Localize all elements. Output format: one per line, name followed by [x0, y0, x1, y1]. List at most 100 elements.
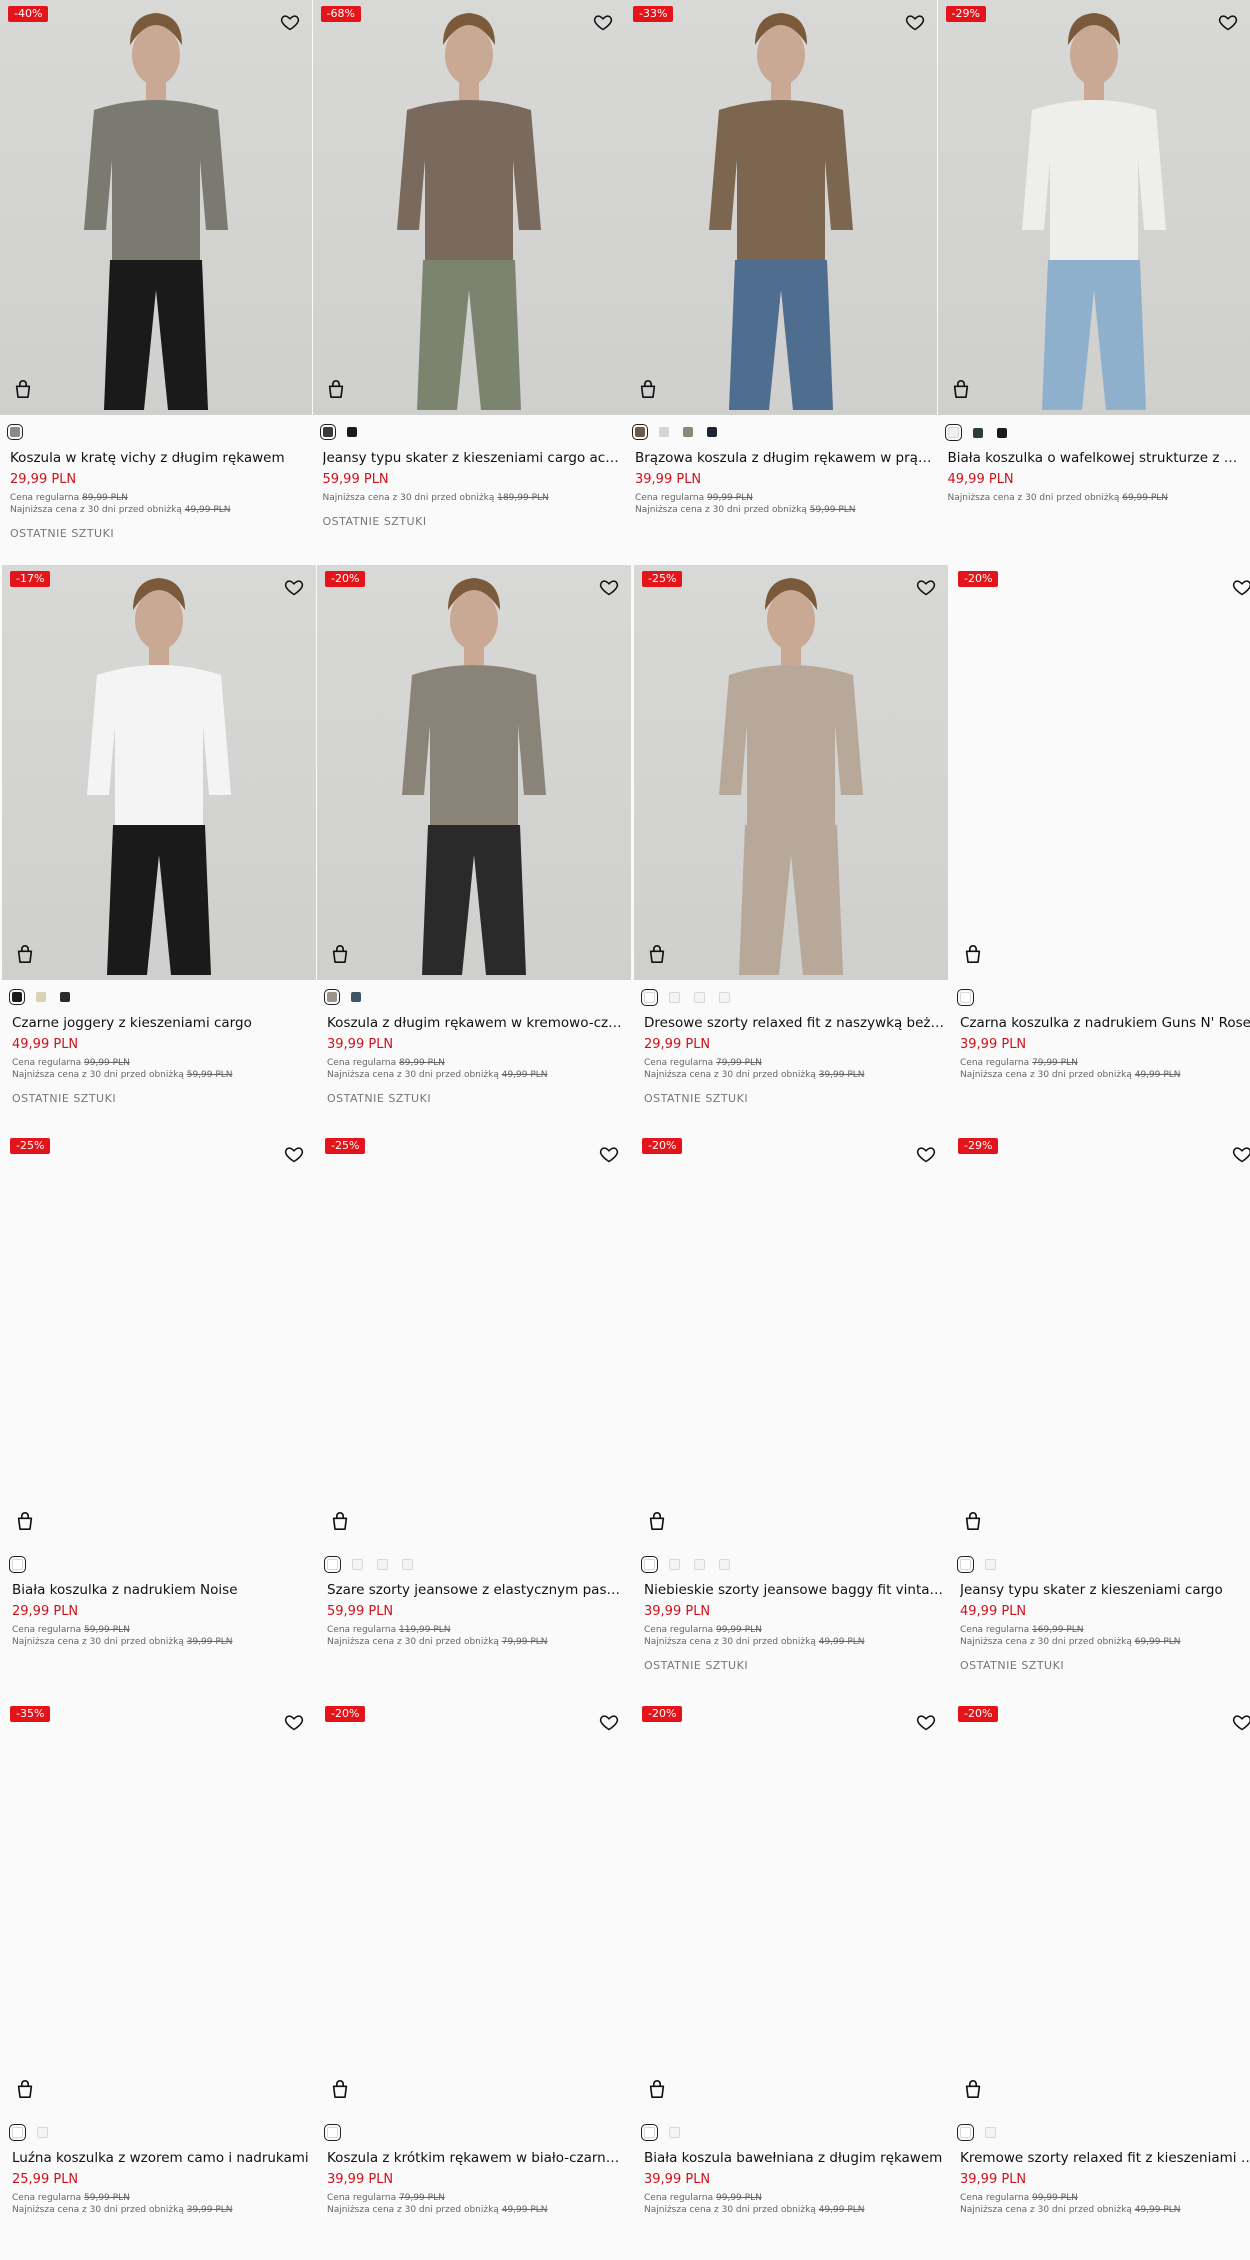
product-image[interactable]: -20% — [634, 1132, 948, 1547]
color-swatch[interactable] — [37, 2127, 48, 2138]
product-title[interactable]: Szare szorty jeansowe z elastycznym pase… — [327, 1582, 627, 1598]
color-swatch[interactable] — [346, 427, 357, 437]
product-card[interactable]: -29% Jeansy typu skater z kieszeniami car… — [950, 1132, 1250, 1692]
add-to-bag-icon[interactable] — [15, 943, 37, 967]
color-swatch[interactable] — [641, 2124, 658, 2141]
color-swatch[interactable] — [324, 2124, 341, 2141]
product-image[interactable]: -29% — [950, 1132, 1250, 1547]
color-swatch[interactable] — [669, 992, 680, 1003]
color-swatch[interactable] — [957, 2124, 974, 2141]
color-swatch[interactable] — [351, 992, 361, 1002]
product-title[interactable]: Koszula z krótkim rękawem w biało-czarną… — [327, 2150, 627, 2166]
add-to-bag-icon[interactable] — [963, 1510, 985, 1534]
product-image[interactable]: -20% — [634, 1700, 948, 2115]
add-to-bag-icon[interactable] — [13, 378, 35, 402]
product-title[interactable]: Dresowe szorty relaxed fit z naszywką be… — [644, 1015, 944, 1031]
product-title[interactable]: Luźna koszulka z wzorem camo i nadrukami — [12, 2150, 312, 2166]
product-title[interactable]: Biała koszula bawełniana z długim rękawe… — [644, 2150, 944, 2166]
color-swatch[interactable] — [707, 427, 717, 437]
product-card[interactable]: -25% Dresowe szorty relaxed fit z naszywk… — [634, 565, 948, 1125]
product-title[interactable]: Niebieskie szorty jeansowe baggy fit vin… — [644, 1582, 944, 1598]
color-swatch[interactable] — [324, 989, 340, 1005]
product-title[interactable]: Jeansy typu skater z kieszeniami cargo — [960, 1582, 1250, 1598]
product-card[interactable]: -20% Koszula z długim rękawem w kremowo-c… — [317, 565, 631, 1125]
product-image[interactable]: -33% — [625, 0, 937, 415]
color-swatch[interactable] — [319, 424, 336, 440]
product-image[interactable]: -35% — [2, 1700, 316, 2115]
color-swatch[interactable] — [719, 1559, 730, 1570]
add-to-bag-icon[interactable] — [330, 1510, 352, 1534]
product-title[interactable]: Czarna koszulka z nadrukiem Guns N' Rose… — [960, 1015, 1250, 1031]
color-swatch[interactable] — [9, 1556, 26, 1573]
wishlist-heart-icon[interactable] — [280, 12, 300, 32]
wishlist-heart-icon[interactable] — [593, 12, 613, 32]
product-card[interactable]: -25% Szare szorty jeansowe z elastycznym … — [317, 1132, 631, 1692]
color-swatch[interactable] — [641, 1556, 658, 1573]
product-image[interactable]: -40% — [0, 0, 312, 415]
add-to-bag-icon[interactable] — [326, 378, 348, 402]
product-image[interactable]: -20% — [950, 565, 1250, 980]
color-swatch[interactable] — [36, 992, 46, 1002]
color-swatch[interactable] — [944, 424, 962, 441]
product-title[interactable]: Kremowe szorty relaxed fit z kieszeniami… — [960, 2150, 1250, 2166]
add-to-bag-icon[interactable] — [647, 943, 669, 967]
product-image[interactable]: -25% — [317, 1132, 631, 1547]
color-swatch[interactable] — [669, 2127, 680, 2138]
color-swatch[interactable] — [9, 2124, 26, 2141]
add-to-bag-icon[interactable] — [963, 943, 985, 967]
color-swatch[interactable] — [719, 992, 730, 1003]
add-to-bag-icon[interactable] — [951, 378, 973, 402]
add-to-bag-icon[interactable] — [15, 2078, 37, 2102]
wishlist-heart-icon[interactable] — [916, 577, 936, 597]
color-swatch[interactable] — [9, 989, 25, 1005]
color-swatch[interactable] — [352, 1559, 363, 1570]
product-card[interactable]: -17% Czarne joggery z kieszeniami cargo 49… — [2, 565, 316, 1125]
wishlist-heart-icon[interactable] — [599, 1712, 619, 1732]
color-swatch[interactable] — [683, 427, 693, 437]
product-card[interactable]: -25% Biała koszulka z nadrukiem Noise 29,9… — [2, 1132, 316, 1692]
wishlist-heart-icon[interactable] — [599, 1144, 619, 1164]
add-to-bag-icon[interactable] — [963, 2078, 985, 2102]
product-image[interactable]: -29% — [937, 0, 1250, 415]
product-card[interactable]: -40% Koszula w kratę vichy z długim rękaw… — [0, 0, 312, 560]
wishlist-heart-icon[interactable] — [916, 1144, 936, 1164]
wishlist-heart-icon[interactable] — [284, 1144, 304, 1164]
product-image[interactable]: -25% — [2, 1132, 316, 1547]
color-swatch[interactable] — [669, 1559, 680, 1570]
product-card[interactable]: -35% Luźna koszulka z wzorem camo i nadru… — [2, 1700, 316, 2260]
product-card[interactable]: -20% Niebieskie szorty jeansowe baggy fit… — [634, 1132, 948, 1692]
color-swatch[interactable] — [957, 989, 974, 1006]
color-swatch[interactable] — [985, 2127, 996, 2138]
product-card[interactable]: -20% Biała koszula bawełniana z długim rę… — [634, 1700, 948, 2260]
wishlist-heart-icon[interactable] — [284, 577, 304, 597]
product-card[interactable]: -20% Czarna koszulka z nadrukiem Guns N' … — [950, 565, 1250, 1125]
product-image[interactable]: -20% — [950, 1700, 1250, 2115]
product-title[interactable]: Koszula z długim rękawem w kremowo-czar… — [327, 1015, 627, 1031]
product-card[interactable]: -33% Brązowa koszula z długim rękawem w p… — [625, 0, 937, 560]
wishlist-heart-icon[interactable] — [1218, 12, 1238, 32]
product-title[interactable]: Biała koszulka z nadrukiem Noise — [12, 1582, 312, 1598]
product-title[interactable]: Koszula w kratę vichy z długim rękawem — [10, 450, 308, 466]
color-swatch[interactable] — [402, 1559, 413, 1570]
wishlist-heart-icon[interactable] — [1232, 577, 1250, 597]
color-swatch[interactable] — [641, 989, 658, 1006]
product-image[interactable]: -68% — [312, 0, 625, 415]
color-swatch[interactable] — [957, 1556, 974, 1573]
wishlist-heart-icon[interactable] — [1232, 1144, 1250, 1164]
color-swatch[interactable] — [972, 427, 983, 438]
color-swatch[interactable] — [659, 427, 669, 437]
color-swatch[interactable] — [632, 424, 648, 440]
product-image[interactable]: -20% — [317, 1700, 631, 2115]
product-card[interactable]: -68% Jeansy typu skater z kieszeniami car… — [312, 0, 625, 560]
color-swatch[interactable] — [7, 424, 23, 440]
wishlist-heart-icon[interactable] — [284, 1712, 304, 1732]
add-to-bag-icon[interactable] — [330, 2078, 352, 2102]
color-swatch[interactable] — [60, 992, 70, 1002]
product-image[interactable]: -20% — [317, 565, 631, 980]
wishlist-heart-icon[interactable] — [916, 1712, 936, 1732]
color-swatch[interactable] — [996, 427, 1007, 438]
add-to-bag-icon[interactable] — [647, 1510, 669, 1534]
color-swatch[interactable] — [377, 1559, 388, 1570]
add-to-bag-icon[interactable] — [330, 943, 352, 967]
wishlist-heart-icon[interactable] — [599, 577, 619, 597]
